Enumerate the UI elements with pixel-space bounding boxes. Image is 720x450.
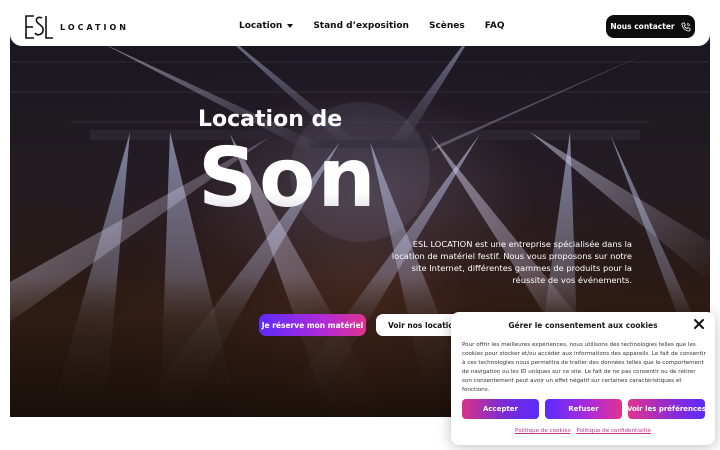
nav-item-location[interactable]: Location — [239, 21, 294, 31]
accept-cookies-button[interactable]: Accepter — [462, 399, 539, 419]
contact-button[interactable]: Nous contacter — [606, 15, 695, 38]
site-header: LOCATION Location Stand d’exposition Scè… — [10, 10, 710, 46]
reserve-equipment-button[interactable]: Je réserve mon matériel — [259, 314, 366, 336]
nav-item-faq[interactable]: FAQ — [485, 21, 505, 31]
esl-logo-mark — [24, 14, 54, 40]
nav-item-stand[interactable]: Stand d’exposition — [313, 21, 409, 31]
nav-item-label: Scènes — [428, 21, 465, 31]
view-preferences-button[interactable]: Voir les préférences — [628, 399, 705, 419]
site-logo[interactable]: LOCATION — [24, 14, 129, 40]
nav-item-label: Location — [239, 21, 283, 31]
close-icon[interactable] — [693, 318, 705, 330]
cookie-policy-link[interactable]: Politique de cookies — [515, 428, 571, 434]
cookie-dialog-text: Pour offrir les meilleures expériences, … — [462, 342, 706, 393]
refuse-cookies-button[interactable]: Refuser — [545, 399, 622, 419]
nav-item-label: Stand d’exposition — [313, 21, 409, 31]
nav-item-scenes[interactable]: Scènes — [429, 21, 465, 31]
privacy-policy-link[interactable]: Politique de confidentialité — [576, 428, 651, 434]
hero-description: ESL LOCATION est une entreprise spéciali… — [391, 239, 632, 285]
cookie-policy-links: Politique de cookies Politique de confid… — [451, 428, 715, 434]
hero-title-line1: Location de — [198, 107, 343, 132]
nav-item-label: FAQ — [484, 21, 505, 31]
cookie-dialog-title: Gérer le consentement aux cookies — [508, 321, 658, 330]
main-nav: Location Stand d’exposition Scènes FAQ — [239, 10, 525, 42]
hero-title-line2: Son — [198, 131, 378, 226]
chevron-down-icon — [287, 24, 294, 28]
logo-text: LOCATION — [60, 22, 129, 32]
contact-button-label: Nous contacter — [610, 22, 675, 31]
page: Location de Son ESL LOCATION est une ent… — [0, 0, 720, 450]
phone-icon — [681, 22, 691, 31]
cookie-consent-dialog: Gérer le consentement aux cookies Pour o… — [451, 312, 715, 445]
